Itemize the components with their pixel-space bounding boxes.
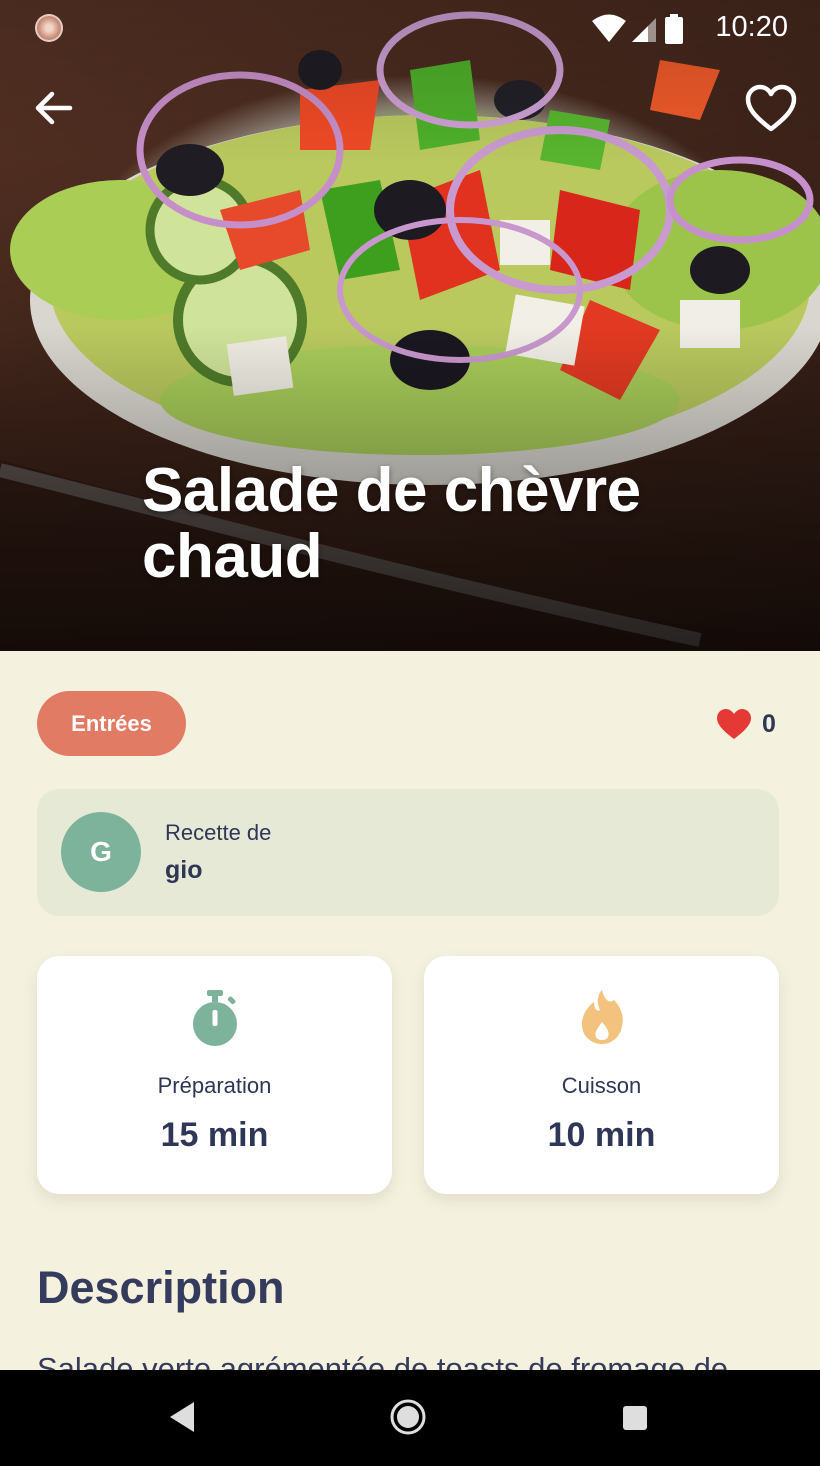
recipe-title: Salade de chèvre chaud bbox=[142, 458, 742, 590]
flame-icon bbox=[581, 990, 623, 1044]
description-text: Salade verte agrémentée de toasts de fro… bbox=[37, 1351, 729, 1370]
status-time: 10:20 bbox=[715, 11, 788, 43]
nav-home-icon[interactable] bbox=[389, 1398, 427, 1436]
author-label: Recette de bbox=[165, 820, 272, 845]
status-bar: 10:20 bbox=[0, 0, 820, 56]
preparation-card: Préparation 15 min bbox=[37, 956, 392, 1194]
status-icons bbox=[592, 14, 683, 44]
recipe-title-line-2: chaud bbox=[142, 522, 323, 591]
recipe-hero-image: Salade de chèvre chaud bbox=[0, 0, 820, 651]
cooking-card: Cuisson 10 min bbox=[424, 956, 779, 1194]
heart-outline-icon[interactable] bbox=[744, 82, 798, 136]
arrow-left-icon[interactable] bbox=[30, 84, 78, 132]
recipe-title-line-1: Salade de chèvre bbox=[142, 456, 641, 525]
category-chip[interactable]: Entrées bbox=[37, 691, 186, 756]
notification-icon bbox=[35, 14, 63, 42]
avatar: G bbox=[61, 812, 141, 892]
nav-back-icon[interactable] bbox=[168, 1400, 196, 1434]
timer-icon bbox=[192, 990, 237, 1046]
wifi-icon bbox=[592, 14, 626, 42]
system-navigation-bar bbox=[0, 1370, 820, 1466]
likes-count: 0 bbox=[762, 709, 776, 738]
preparation-label: Préparation bbox=[157, 1073, 272, 1098]
likes-counter: 0 bbox=[716, 704, 776, 744]
heart-filled-icon bbox=[717, 709, 751, 739]
cooking-label: Cuisson bbox=[561, 1073, 642, 1098]
description-heading: Description bbox=[37, 1262, 285, 1313]
author-card: G Recette de gio bbox=[37, 789, 779, 916]
author-name: gio bbox=[165, 856, 203, 884]
preparation-value: 15 min bbox=[160, 1116, 269, 1154]
nav-recent-apps-icon[interactable] bbox=[622, 1405, 648, 1431]
battery-icon bbox=[665, 14, 683, 44]
description-text-container: Salade verte agrémentée de toasts de fro… bbox=[37, 1350, 782, 1370]
cooking-value: 10 min bbox=[547, 1116, 656, 1154]
